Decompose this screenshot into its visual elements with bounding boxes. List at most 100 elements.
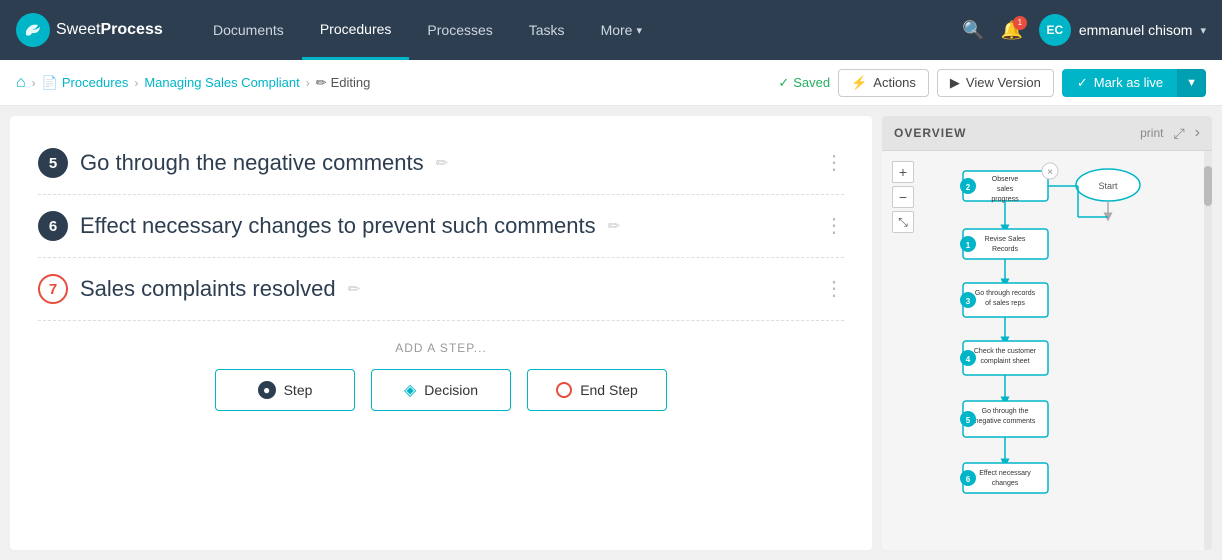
mark-as-live-group: ✓ Mark as live ▼ (1062, 69, 1206, 97)
svg-text:Start: Start (1098, 181, 1118, 191)
step-dot-icon: ● (258, 381, 276, 399)
mark-as-live-dropdown[interactable]: ▼ (1177, 69, 1206, 97)
step-menu-6[interactable]: ⋮ (824, 213, 844, 238)
notification-button[interactable]: 🔔 1 (1000, 20, 1022, 41)
svg-text:of sales reps: of sales reps (985, 300, 1025, 307)
step-edit-icon-6[interactable]: ✏ (608, 217, 621, 235)
check-icon: ✓ (778, 75, 789, 91)
svg-text:sales: sales (997, 186, 1014, 193)
step-number-6: 6 (38, 211, 68, 241)
add-step-button[interactable]: ● Step (215, 369, 355, 411)
nav-item-tasks[interactable]: Tasks (511, 0, 583, 60)
add-decision-button[interactable]: ◈ Decision (371, 369, 511, 411)
breadcrumb-bar: ⌂ › 📄 Procedures › Managing Sales Compli… (0, 60, 1222, 106)
step-edit-icon-7[interactable]: ✏ (348, 280, 361, 298)
check-live-icon: ✓ (1077, 75, 1088, 91)
step-item-7: 7 Sales complaints resolved ✏ ⋮ (38, 258, 844, 321)
add-step-buttons: ● Step ◈ Decision End Step (38, 369, 844, 411)
svg-text:Check the customer: Check the customer (974, 348, 1037, 355)
add-step-section: ADD A STEP... ● Step ◈ Decision End Step (38, 321, 844, 421)
flow-diagram: Start Observe sales progress 2 × (918, 155, 1212, 550)
nav-item-processes[interactable]: Processes (409, 0, 510, 60)
scrollbar-thumb[interactable] (1204, 166, 1212, 206)
nav-items: Documents Procedures Processes Tasks Mor… (195, 0, 660, 60)
nav-item-documents[interactable]: Documents (195, 0, 302, 60)
nav-item-procedures[interactable]: Procedures (302, 0, 410, 60)
breadcrumb-sep-1: › (32, 76, 36, 90)
breadcrumb-right: ✓ Saved ⚡ Actions ▶ View Version ✓ Mark … (778, 69, 1206, 97)
zoom-in-button[interactable]: + (892, 161, 914, 183)
svg-text:Observe: Observe (992, 176, 1019, 183)
overview-body: + − ⤡ Start Observe sales progress 2 × (882, 151, 1212, 550)
svg-text:×: × (1047, 167, 1053, 178)
user-chevron-icon: ▾ (1200, 24, 1206, 37)
breadcrumb-sep-2: › (134, 76, 138, 90)
overview-chevron-icon[interactable]: › (1195, 124, 1200, 142)
svg-text:5: 5 (966, 416, 971, 425)
logo-text: SweetProcess (56, 21, 163, 39)
svg-text:3: 3 (966, 297, 971, 306)
main-content: 5 Go through the negative comments ✏ ⋮ 6… (0, 106, 1222, 560)
step-title-7: Sales complaints resolved (80, 276, 336, 302)
user-area[interactable]: EC emmanuel chisom ▾ (1039, 14, 1206, 46)
logo[interactable]: SweetProcess (16, 13, 171, 47)
add-end-step-button[interactable]: End Step (527, 369, 667, 411)
saved-indicator: ✓ Saved (778, 75, 830, 91)
step-title-5: Go through the negative comments (80, 150, 424, 176)
search-button[interactable]: 🔍 (962, 20, 984, 41)
breadcrumb-page[interactable]: Managing Sales Compliant (144, 75, 299, 90)
step-menu-7[interactable]: ⋮ (824, 276, 844, 301)
actions-button[interactable]: ⚡ Actions (838, 69, 929, 97)
more-chevron-icon: ▾ (636, 24, 642, 37)
diagram-controls: + − ⤡ (892, 161, 914, 233)
expand-icon[interactable]: ⤢ (1173, 125, 1184, 142)
svg-text:Go through the: Go through the (982, 408, 1029, 415)
svg-text:1: 1 (966, 241, 971, 250)
logo-icon (16, 13, 50, 47)
scrollbar-track[interactable] (1204, 151, 1212, 550)
step-number-5: 5 (38, 148, 68, 178)
right-panel: OVERVIEW print ⤢ › + − ⤡ Start Observe (882, 116, 1212, 550)
svg-text:Effect necessary: Effect necessary (979, 470, 1031, 477)
svg-text:negative comments: negative comments (975, 418, 1036, 425)
zoom-out-button[interactable]: − (892, 186, 914, 208)
svg-text:2: 2 (966, 183, 971, 192)
step-menu-5[interactable]: ⋮ (824, 150, 844, 175)
breadcrumb-editing: ✏ Editing (316, 75, 371, 91)
view-version-button[interactable]: ▶ View Version (937, 69, 1054, 97)
step-edit-icon-5[interactable]: ✏ (436, 154, 449, 172)
top-nav: SweetProcess Documents Procedures Proces… (0, 0, 1222, 60)
svg-text:Records: Records (992, 246, 1019, 253)
document-icon: 📄 (42, 75, 58, 91)
overview-header: OVERVIEW print ⤢ › (882, 116, 1212, 151)
overview-title: OVERVIEW (894, 126, 966, 140)
notification-badge: 1 (1013, 16, 1027, 30)
svg-text:4: 4 (966, 355, 971, 364)
end-circle-icon (556, 382, 572, 398)
logo-bird-icon (22, 19, 44, 41)
step-item-5: 5 Go through the negative comments ✏ ⋮ (38, 132, 844, 195)
nav-item-more[interactable]: More ▾ (583, 0, 660, 60)
user-name: emmanuel chisom (1079, 22, 1193, 38)
breadcrumb-sep-3: › (306, 76, 310, 90)
print-button[interactable]: print (1140, 126, 1163, 140)
breadcrumb-item-procedures[interactable]: 📄 Procedures (42, 75, 129, 91)
svg-text:complaint sheet: complaint sheet (980, 358, 1029, 365)
step-title-6: Effect necessary changes to prevent such… (80, 213, 596, 239)
svg-text:6: 6 (966, 475, 971, 484)
svg-text:Go through records: Go through records (975, 290, 1036, 297)
play-icon: ▶ (950, 75, 960, 91)
add-step-label: ADD A STEP... (38, 341, 844, 355)
home-icon[interactable]: ⌂ (16, 74, 26, 92)
avatar: EC (1039, 14, 1071, 46)
step-number-7: 7 (38, 274, 68, 304)
left-panel: 5 Go through the negative comments ✏ ⋮ 6… (10, 116, 872, 550)
nav-right: 🔍 🔔 1 EC emmanuel chisom ▾ (962, 14, 1206, 46)
lightning-icon: ⚡ (851, 75, 867, 91)
fit-button[interactable]: ⤡ (892, 211, 914, 233)
step-item-6: 6 Effect necessary changes to prevent su… (38, 195, 844, 258)
svg-text:Revise Sales: Revise Sales (985, 236, 1026, 243)
svg-text:changes: changes (992, 480, 1019, 487)
mark-as-live-button[interactable]: ✓ Mark as live (1062, 69, 1177, 97)
overview-controls: print ⤢ › (1140, 124, 1200, 142)
